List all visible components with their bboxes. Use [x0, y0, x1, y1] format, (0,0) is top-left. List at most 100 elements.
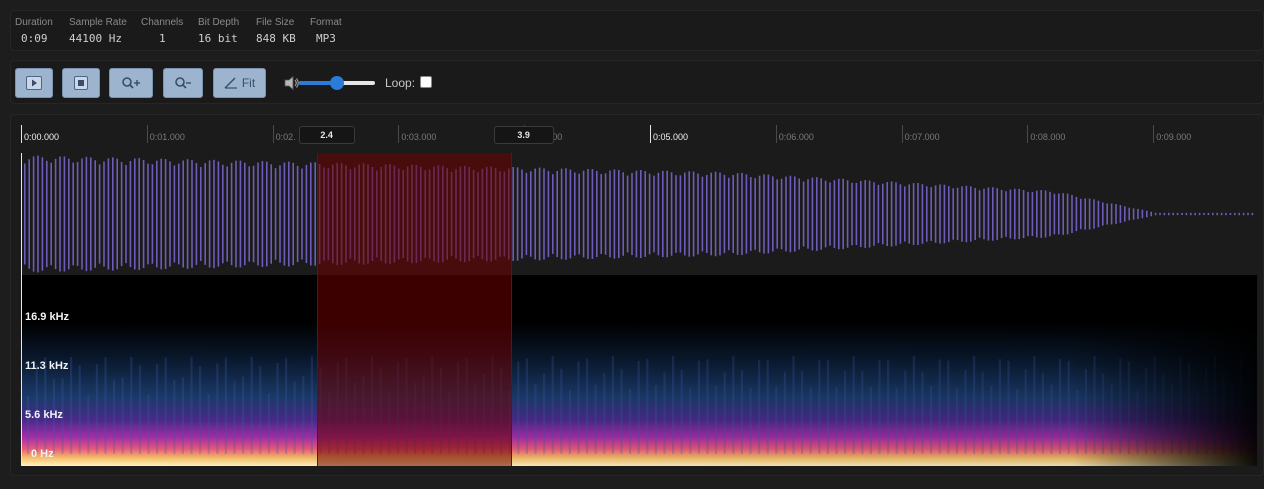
loop-label: Loop: — [385, 76, 416, 90]
info-label: Format — [310, 17, 342, 28]
waveform-bar — [525, 172, 528, 256]
zoom-out-button[interactable] — [163, 68, 203, 98]
waveform-bar — [622, 172, 624, 256]
waveform-bar — [169, 161, 171, 267]
waveform-bar — [1247, 212, 1249, 216]
waveform-bar — [305, 164, 308, 264]
waveform-bar — [499, 171, 501, 257]
waveform-bar — [340, 163, 343, 265]
waveform-bar — [288, 161, 290, 267]
waveform-bar — [24, 163, 26, 265]
volume-slider-thumb[interactable] — [330, 76, 344, 90]
waveform-bar — [50, 162, 52, 266]
waveform-bar — [1075, 196, 1078, 232]
ruler-tick-label: 0:03.000 — [401, 132, 437, 142]
info-label: Sample Rate — [69, 17, 127, 28]
playhead[interactable] — [21, 153, 22, 466]
waveform-bar — [1146, 210, 1148, 218]
waveform-bar — [754, 178, 756, 250]
waveform-bar — [569, 169, 572, 259]
waveform-bar — [398, 168, 400, 260]
volume-slider[interactable] — [299, 75, 375, 91]
waveform-bar — [538, 167, 541, 261]
waveform-bar — [600, 174, 602, 254]
waveform-bar — [248, 166, 250, 262]
waveform-bar — [257, 162, 259, 266]
waveform-bar — [28, 159, 30, 269]
ruler-tick — [146, 125, 148, 143]
spectrogram-fade — [21, 275, 1257, 466]
waveform-bar — [1027, 191, 1029, 237]
waveform-bar — [842, 178, 844, 250]
waveform-bar — [59, 156, 61, 272]
waveform-bar — [1106, 203, 1108, 225]
selection-end-marker[interactable]: 3.9 — [493, 126, 554, 144]
audio-viewer[interactable]: 0:00.0000:01.0000:02.0:03.0000:04.0000:0… — [10, 114, 1264, 476]
waveform-bar — [648, 173, 651, 255]
waveform-bar — [450, 171, 453, 257]
waveform-bar — [741, 172, 743, 256]
waveform-bar — [543, 168, 545, 260]
zoom-in-button[interactable] — [109, 68, 153, 98]
waveform-bar — [191, 160, 193, 268]
waveform-bar — [688, 171, 690, 257]
ruler-tick-label: 0:06.000 — [778, 132, 814, 142]
waveform-bar — [833, 180, 836, 248]
loop-checkbox[interactable] — [420, 76, 432, 88]
waveform-bar — [772, 176, 774, 252]
waveform-bar — [1084, 198, 1086, 230]
waveform-bar — [437, 165, 440, 263]
waveform-bar — [314, 162, 316, 266]
spectrogram-bands — [21, 275, 1257, 466]
waveform-bar — [974, 188, 976, 240]
selection-start-marker[interactable]: 2.4 — [298, 126, 355, 144]
waveform-bar — [1242, 212, 1245, 216]
waveform-bar — [609, 170, 611, 258]
waveform-bar — [41, 157, 44, 271]
waveform[interactable] — [21, 153, 1257, 275]
waveform-bar — [904, 186, 906, 242]
waveform-bar — [1000, 189, 1003, 239]
waveform-bar — [1198, 212, 1201, 216]
waveform-bar — [107, 158, 110, 270]
waveform-bar — [226, 166, 228, 262]
info-value: 1 — [159, 32, 166, 45]
waveform-bar — [336, 162, 338, 266]
waveform-bar — [1207, 212, 1210, 216]
waveform-bar — [323, 167, 325, 261]
waveform-bar — [32, 156, 35, 272]
waveform-bar — [1154, 212, 1157, 216]
ruler-tick-label: 0:00.000 — [24, 132, 60, 142]
waveform-bar — [798, 178, 800, 250]
stop-button[interactable] — [62, 68, 100, 98]
waveform-bar — [820, 178, 822, 250]
waveform-bar — [94, 160, 96, 268]
waveform-bar — [486, 166, 488, 262]
waveform-bar — [666, 170, 668, 258]
frequency-label: 11.3 kHz — [25, 360, 69, 372]
waveform-bar — [908, 184, 910, 244]
waveform-bar — [384, 164, 387, 264]
waveform-bar — [789, 175, 792, 253]
waveform-bar — [371, 167, 374, 261]
waveform-bar — [1176, 212, 1179, 216]
waveform-bar — [76, 162, 79, 266]
waveform-bar — [675, 175, 677, 253]
ruler-tick-label: 0:07.000 — [904, 132, 940, 142]
waveform-bar — [547, 170, 550, 258]
waveform-bar — [1040, 190, 1042, 238]
play-button[interactable] — [15, 68, 53, 98]
waveform-bar — [811, 177, 814, 251]
waveform-bar — [899, 184, 902, 244]
spectrogram[interactable] — [21, 275, 1257, 466]
time-ruler[interactable]: 0:00.0000:01.0000:02.0:03.0000:04.0000:0… — [11, 115, 1263, 149]
fit-label: Fit — [241, 76, 256, 90]
fit-button[interactable]: Fit — [213, 68, 266, 98]
waveform-bar — [46, 160, 48, 268]
waveform-bar — [1194, 212, 1196, 216]
waveform-bar — [917, 183, 919, 245]
waveform-bar — [186, 159, 189, 269]
waveform-bar — [574, 172, 576, 256]
waveform-bar — [204, 163, 206, 265]
waveform-bar — [266, 161, 268, 267]
